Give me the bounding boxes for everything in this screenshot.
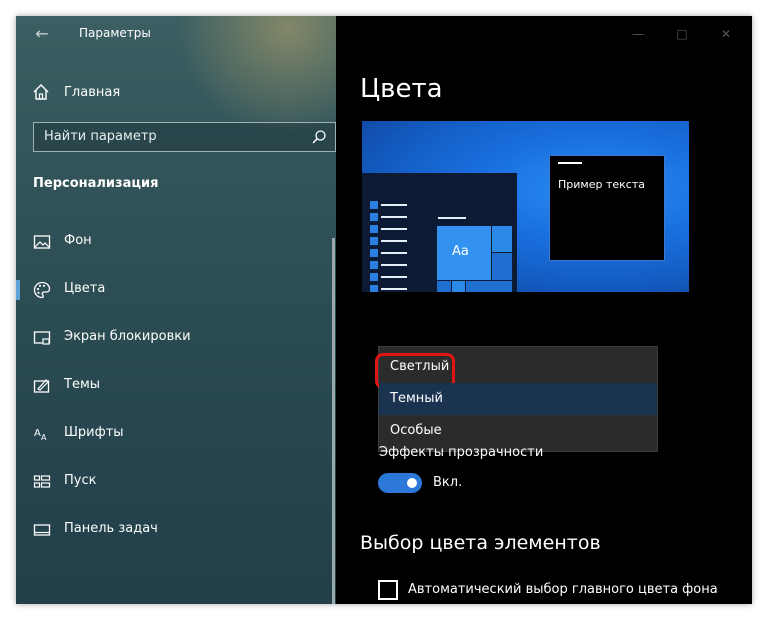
sidebar-item-label: Экран блокировки [64, 329, 191, 344]
start-icon [33, 475, 51, 488]
auto-accent-checkbox-label[interactable]: Автоматический выбор главного цвета фона [408, 582, 718, 597]
main-content: Цвета Aa Пример текста Светлый Темный Ос… [336, 16, 752, 604]
svg-text:A: A [41, 433, 47, 442]
palette-icon [33, 281, 51, 299]
maximize-icon[interactable]: □ [672, 24, 692, 44]
search-icon[interactable] [311, 129, 327, 145]
preview-tile [452, 281, 465, 292]
sidebar-item-label: Темы [64, 377, 101, 392]
close-icon[interactable]: ✕ [716, 24, 736, 44]
app-title: Параметры [79, 26, 151, 40]
nav-home[interactable]: Главная [32, 80, 120, 104]
fonts-icon: A A [34, 428, 47, 442]
preview-tile-aa: Aa [437, 226, 491, 280]
settings-window: Главная Найти параметр Персонализация Фо… [16, 16, 752, 604]
mode-dropdown-list[interactable]: Светлый Темный Особые [375, 346, 658, 452]
preview-sample-text: Пример текста [558, 178, 645, 191]
preview-tiles-header [438, 217, 466, 219]
sidebar-item-label: Пуск [64, 473, 97, 488]
preview-tile [492, 253, 512, 280]
preview-sample-underline [558, 162, 582, 164]
sidebar: Главная Найти параметр Персонализация Фо… [16, 16, 336, 604]
preview-sample-window: Пример текста [549, 155, 665, 261]
minimize-icon[interactable]: — [628, 24, 648, 44]
sidebar-item-label: Фон [64, 233, 92, 248]
theme-preview: Aa Пример текста [362, 121, 689, 292]
home-icon [33, 84, 49, 100]
sidebar-item-label: Шрифты [64, 425, 124, 440]
back-arrow-icon[interactable]: ← [32, 24, 52, 44]
preview-tile [437, 281, 451, 292]
sidebar-item-fonts[interactable]: A A Шрифты [16, 414, 336, 454]
picture-icon [33, 235, 51, 249]
toggle-knob [407, 478, 417, 488]
section-title: Персонализация [33, 176, 159, 191]
accent-heading: Выбор цвета элементов [360, 532, 601, 554]
search-placeholder: Найти параметр [44, 129, 157, 144]
title-bar: ← Параметры — □ ✕ [16, 16, 752, 52]
mode-option-light[interactable]: Светлый [375, 351, 657, 389]
sidebar-item-label: Панель задач [64, 521, 158, 536]
sidebar-item-themes[interactable]: Темы [16, 366, 336, 406]
page-title: Цвета [360, 74, 443, 104]
sidebar-scrollbar[interactable] [332, 238, 335, 604]
preview-tile [492, 226, 512, 252]
sidebar-item-background[interactable]: Фон [16, 222, 336, 262]
sidebar-item-lock-screen[interactable]: Экран блокировки [16, 318, 336, 358]
sidebar-item-colors[interactable]: Цвета [16, 270, 336, 310]
preview-tile [466, 281, 512, 292]
sidebar-item-taskbar[interactable]: Панель задач [16, 510, 336, 550]
auto-accent-checkbox[interactable] [378, 580, 398, 600]
lock-screen-icon [33, 331, 51, 345]
transparency-toggle[interactable] [378, 473, 422, 493]
nav-home-label: Главная [64, 84, 121, 100]
mode-option-label: Темный [390, 391, 443, 406]
transparency-label: Эффекты прозрачности [379, 445, 544, 460]
svg-text:A: A [34, 428, 41, 439]
mode-option-custom[interactable]: Особые [379, 415, 657, 447]
active-indicator [16, 280, 20, 300]
search-input[interactable]: Найти параметр [33, 122, 336, 152]
mode-option-label: Особые [390, 423, 442, 438]
themes-icon [33, 379, 50, 393]
sidebar-item-label: Цвета [64, 281, 106, 296]
sidebar-item-start[interactable]: Пуск [16, 462, 336, 502]
mode-option-dark[interactable]: Темный [379, 383, 657, 415]
transparency-toggle-state: Вкл. [433, 475, 463, 490]
taskbar-icon [33, 524, 51, 536]
preview-tile-text: Aa [452, 244, 469, 259]
